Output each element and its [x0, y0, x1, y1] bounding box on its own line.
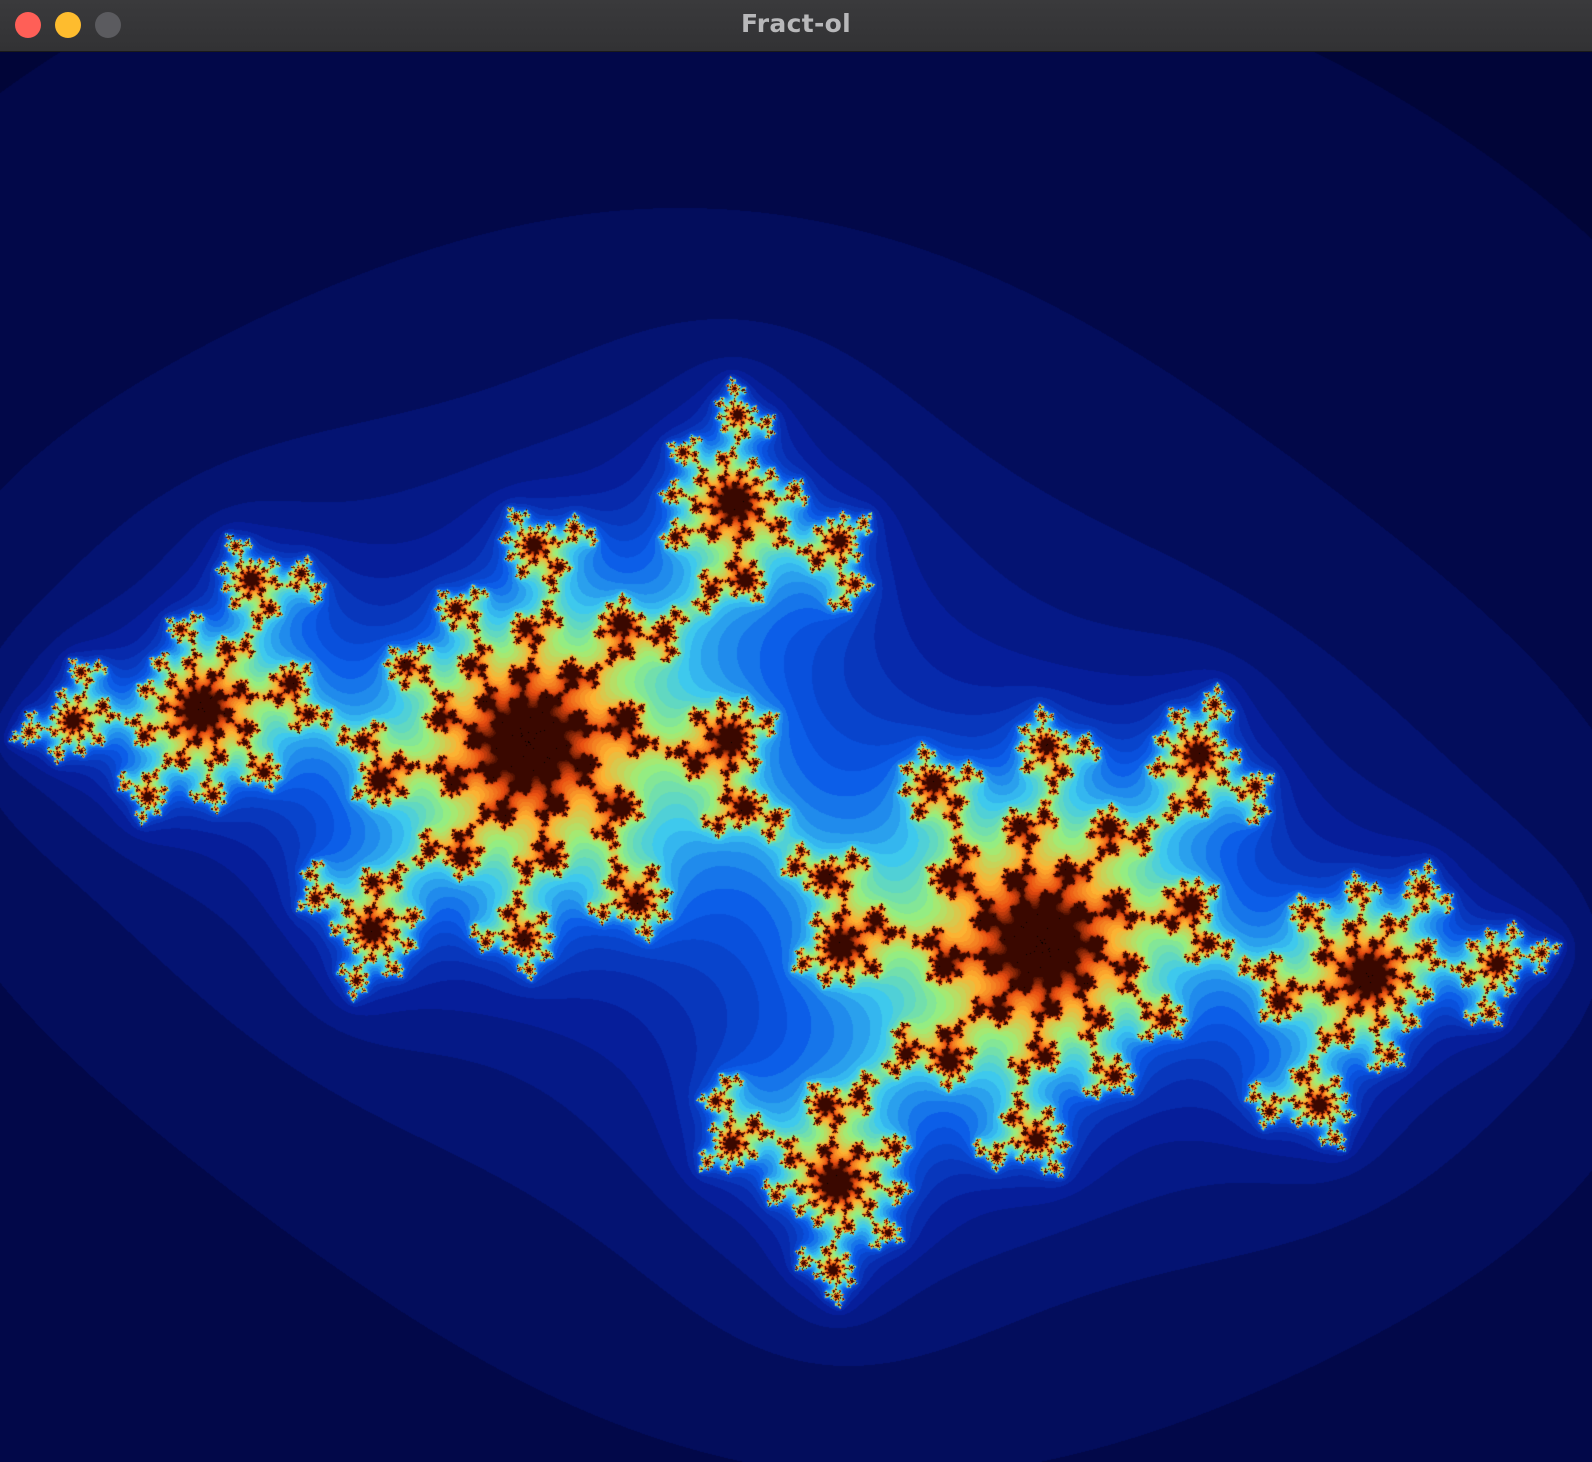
fractal-canvas-area[interactable] — [0, 52, 1592, 1462]
fractal-render[interactable] — [0, 52, 1592, 1462]
window-title: Fract-ol — [741, 9, 851, 38]
app-window: Fract-ol — [0, 0, 1592, 1462]
title-bar[interactable]: Fract-ol — [0, 0, 1592, 52]
